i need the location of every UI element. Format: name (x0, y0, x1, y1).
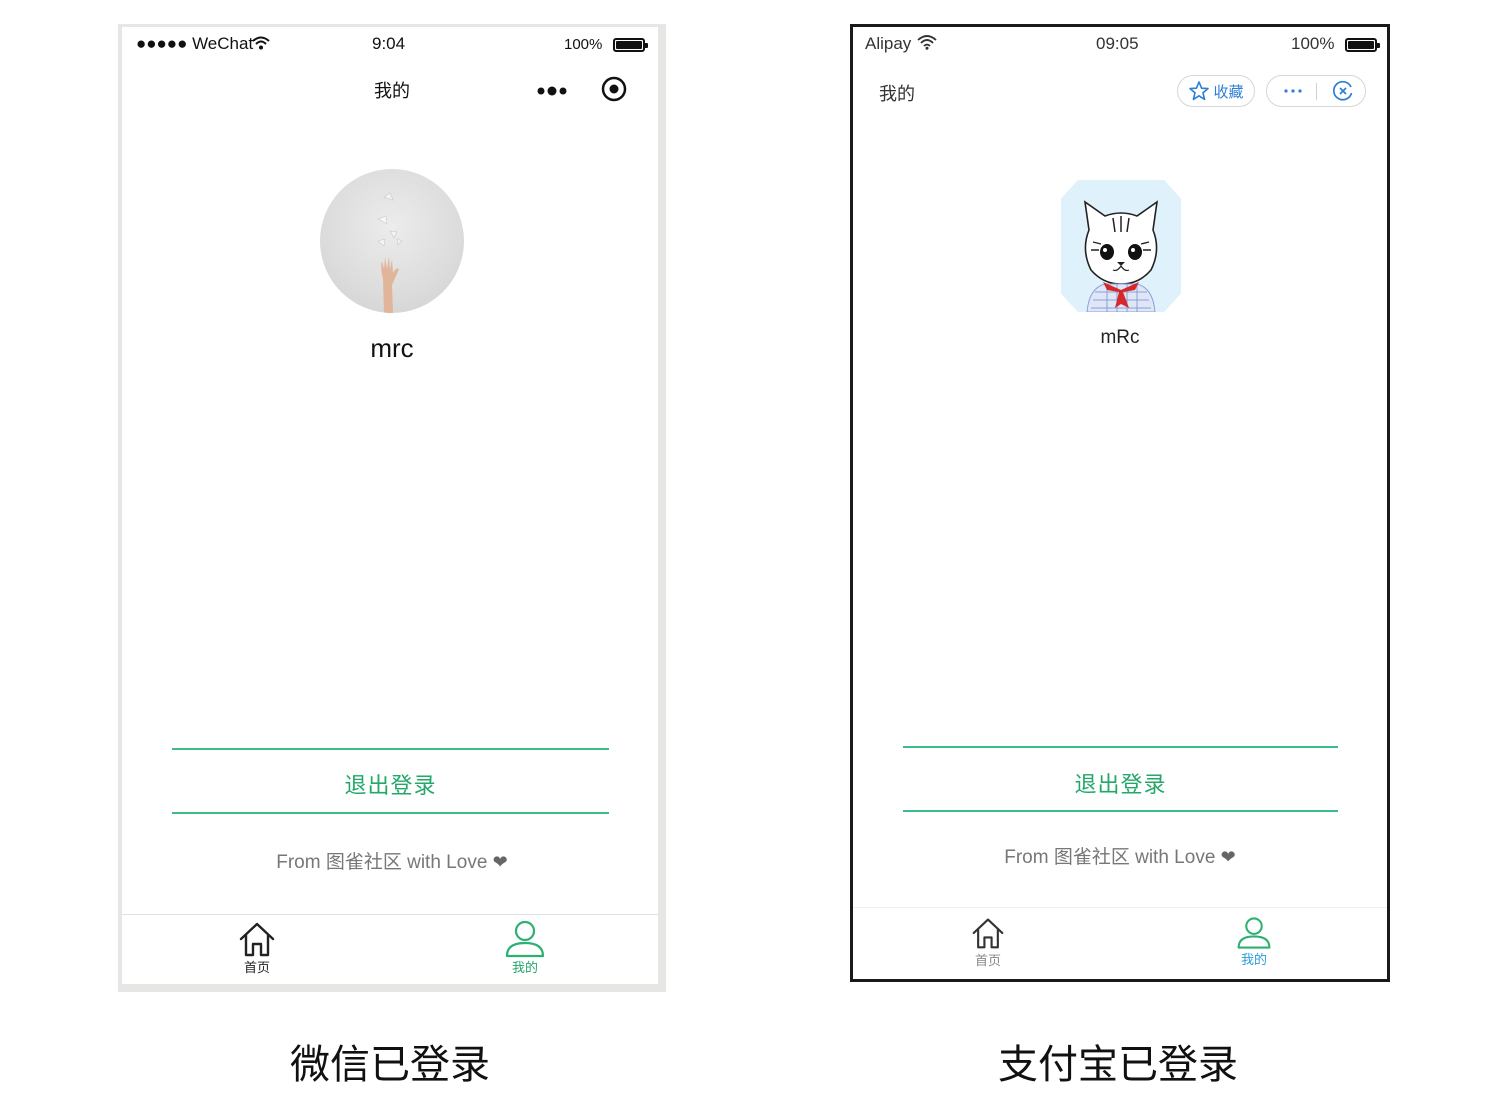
footer-credit: From 图雀社区 with Love ❤ (853, 842, 1387, 869)
battery-percent: 100% (1291, 34, 1335, 53)
tab-mine-label: 我的 (511, 960, 538, 975)
footer-credit-text: From 图雀社区 with Love (276, 852, 488, 873)
user-icon (1237, 917, 1271, 949)
cat-illustration (1083, 200, 1159, 312)
wifi-icon (917, 34, 937, 55)
logout-divider-top (903, 746, 1338, 748)
tab-mine[interactable]: 我的 (485, 915, 565, 976)
logout-divider-bottom (172, 812, 609, 814)
tab-home-label: 首页 (243, 960, 270, 975)
logout-button[interactable]: 退出登录 (172, 768, 609, 800)
username: mRc (1100, 327, 1140, 348)
battery-status: 100% (564, 34, 649, 54)
favorite-button[interactable]: 收藏 (1177, 75, 1255, 107)
user-icon (505, 920, 545, 958)
carrier-label: ●●●●● WeChat (136, 34, 254, 53)
tab-home[interactable]: 首页 (948, 908, 1028, 969)
avatar (1061, 180, 1181, 312)
status-bar: ●●●●● WeChat 9:04 100% (122, 27, 658, 63)
home-icon (972, 918, 1004, 949)
avatar (320, 169, 464, 313)
close-miniprogram-button[interactable] (1325, 76, 1361, 106)
tab-mine-label: 我的 (1240, 952, 1267, 967)
more-icon (1284, 89, 1302, 93)
more-options-button[interactable] (1275, 76, 1311, 106)
logout-divider-top (172, 748, 609, 750)
wifi-icon (252, 35, 270, 55)
home-icon (239, 922, 275, 957)
wechat-caption: 微信已登录 (290, 1043, 490, 1087)
close-icon (1332, 80, 1353, 101)
close-miniprogram-button[interactable] (600, 75, 628, 103)
logout-divider-bottom (903, 810, 1338, 812)
star-icon (1189, 81, 1210, 101)
tab-bar: 首页 我的 (853, 907, 1387, 979)
more-options-button[interactable] (536, 79, 572, 103)
heart-icon: ❤ (1220, 847, 1236, 867)
battery-icon (1345, 37, 1381, 52)
wechat-phone-screen: ●●●●● WeChat 9:04 100% 我的 mrc 退出登录 From … (118, 24, 666, 992)
status-time: 9:04 (372, 34, 406, 53)
tab-bar: 首页 我的 (122, 914, 658, 984)
capsule-menu (1266, 75, 1366, 107)
page-title: 我的 (879, 84, 915, 104)
username: mrc (370, 333, 414, 363)
logout-button[interactable]: 退出登录 (903, 767, 1338, 799)
battery-percent: 100% (564, 36, 603, 53)
tab-mine[interactable]: 我的 (1214, 908, 1294, 968)
carrier-label: Alipay (865, 34, 912, 53)
footer-credit-text: From 图雀社区 with Love (1004, 847, 1216, 868)
heart-icon: ❤ (492, 852, 508, 872)
page-title: 我的 (374, 81, 410, 101)
capsule-divider (1316, 83, 1317, 100)
status-time: 09:05 (1096, 34, 1139, 53)
footer-credit: From 图雀社区 with Love ❤ (122, 847, 658, 874)
tab-home-label: 首页 (974, 953, 1001, 968)
status-bar: Alipay 09:05 100% (853, 27, 1387, 63)
favorite-label: 收藏 (1213, 83, 1244, 101)
alipay-phone-screen: Alipay 09:05 100% 我的 收藏 mRc 退出登录 From 图雀… (850, 24, 1390, 982)
alipay-caption: 支付宝已登录 (998, 1043, 1238, 1087)
avatar-photo (377, 192, 403, 313)
battery-status: 100% (1291, 34, 1381, 54)
battery-icon (613, 37, 649, 52)
tab-home[interactable]: 首页 (217, 915, 297, 976)
